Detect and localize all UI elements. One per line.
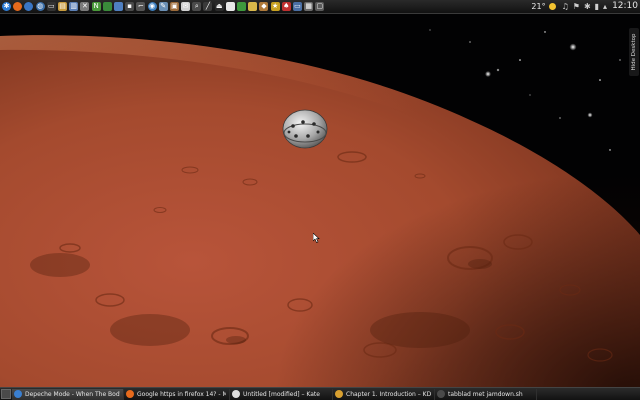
battery-icon[interactable]: ▮	[595, 0, 599, 13]
task-label: Google https in firefox 14? - Mozilla Fi…	[137, 390, 226, 398]
hide-desktop-label: Hide Desktop	[631, 33, 637, 71]
browser-icon[interactable]	[24, 2, 34, 11]
eject-icon[interactable]: ⏏	[214, 2, 224, 11]
task-label: tabblad met jamdown.sh	[448, 390, 523, 398]
descent-capsule	[282, 109, 328, 149]
key-icon[interactable]: ⌐	[136, 2, 146, 11]
quick-launch-bar: ✱ ◍ ▭ ▤ ▥ ✕ N ▪ ⌐ ◉ ✎ ▣ ✉ ⌕ ╱ ⏏ ◆ ★ ♠ ▭ ▦ ▢	[0, 2, 325, 11]
mail-icon[interactable]: ✉	[181, 2, 191, 11]
file-manager-icon[interactable]: ▤	[58, 2, 68, 11]
office-icon[interactable]: N	[91, 2, 101, 11]
edit-icon[interactable]: ✎	[158, 2, 168, 11]
green-app-icon[interactable]	[237, 2, 247, 11]
window-icon[interactable]: ▢	[315, 2, 325, 11]
task-label: Depeche Mode - When The Body Speaks	[25, 390, 120, 398]
package-icon[interactable]: ▣	[169, 2, 179, 11]
task-label: Untitled [modified] – Kate	[243, 390, 320, 398]
archive-icon[interactable]: ◆	[259, 2, 269, 11]
star-icon[interactable]: ★	[270, 2, 280, 11]
top-panel: ✱ ◍ ▭ ▤ ▥ ✕ N ▪ ⌐ ◉ ✎ ▣ ✉ ⌕ ╱ ⏏ ◆ ★ ♠ ▭ ▦ ▢ 21° ♫ ⚑ ✱ ▮ ▴ 12:…	[0, 0, 640, 14]
taskbar-task[interactable]: Untitled [modified] – Kate	[230, 388, 333, 400]
taskbar-task[interactable]: Chapter 1. Introduction – KDE Help Cente…	[333, 388, 435, 400]
settings-icon[interactable]: ✱	[584, 0, 591, 13]
task-label: Chapter 1. Introduction – KDE Help Cente…	[346, 390, 431, 398]
screen-icon[interactable]: ▪	[125, 2, 135, 11]
task-list: Depeche Mode - When The Body Speaks Googl…	[12, 388, 537, 400]
tools-icon[interactable]: ✕	[80, 2, 90, 11]
firefox-icon[interactable]	[13, 2, 23, 11]
sound-icon[interactable]: ♫	[562, 0, 569, 13]
taskbar-task[interactable]: tabblad met jamdown.sh	[435, 388, 537, 400]
task-app-icon	[14, 390, 22, 398]
system-tray: 21° ♫ ⚑ ✱ ▮ ▴ 12:10	[531, 0, 640, 13]
monitor-icon[interactable]: ▭	[292, 2, 302, 11]
globe-icon[interactable]: ◉	[147, 2, 157, 11]
document-icon[interactable]: ▥	[69, 2, 79, 11]
hide-desktop-tab[interactable]: Hide Desktop	[629, 28, 639, 76]
sun-icon[interactable]	[548, 3, 556, 10]
grid-icon[interactable]: ▦	[304, 2, 314, 11]
task-app-icon	[437, 390, 445, 398]
pencil-icon[interactable]: ╱	[203, 2, 213, 11]
desktop-wallpaper	[0, 0, 640, 400]
search-icon[interactable]: ⌕	[192, 2, 202, 11]
expand-arrow-icon[interactable]: ▴	[603, 0, 607, 13]
taskbar: Depeche Mode - When The Body Speaks Googl…	[0, 387, 640, 400]
show-desktop-button[interactable]	[1, 389, 11, 399]
taskbar-task[interactable]: Google https in firefox 14? - Mozilla Fi…	[124, 388, 230, 400]
terminal-icon[interactable]: ▭	[46, 2, 56, 11]
task-app-icon	[335, 390, 343, 398]
mouse-cursor-icon	[313, 233, 320, 243]
task-app-icon	[232, 390, 240, 398]
kde-menu-icon[interactable]: ✱	[2, 2, 12, 11]
notification-icon[interactable]: ⚑	[573, 0, 580, 13]
writer-icon[interactable]	[113, 2, 123, 11]
weather-temperature[interactable]: 21°	[531, 0, 545, 13]
image-icon[interactable]	[248, 2, 258, 11]
network-icon[interactable]: ◍	[35, 2, 45, 11]
text-file-icon[interactable]	[225, 2, 235, 11]
task-app-icon	[126, 390, 134, 398]
game-icon[interactable]: ♠	[281, 2, 291, 11]
chart-icon[interactable]	[102, 2, 112, 11]
clock[interactable]: 12:10	[612, 0, 638, 13]
taskbar-task[interactable]: Depeche Mode - When The Body Speaks	[12, 388, 124, 400]
